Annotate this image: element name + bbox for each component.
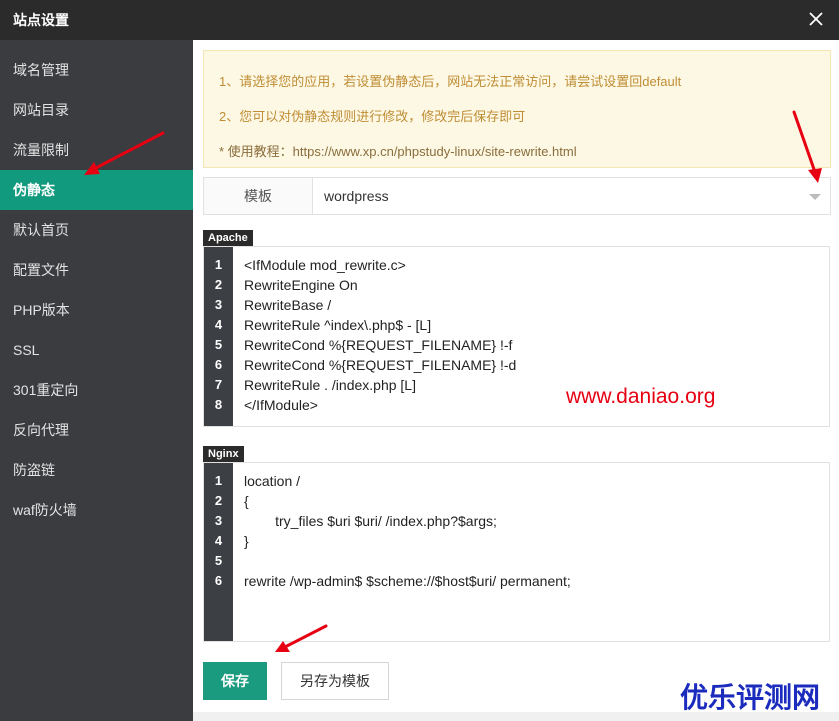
- code-line: location /: [244, 473, 301, 489]
- sidebar-item-label: SSL: [13, 342, 40, 358]
- line-number: 3: [214, 513, 223, 528]
- apache-tag: Apache: [203, 230, 253, 246]
- code-line: RewriteEngine On: [244, 277, 358, 293]
- sidebar-item-label: 防盗链: [13, 462, 55, 478]
- line-number: 4: [214, 533, 223, 548]
- sidebar-item-label: 域名管理: [13, 62, 69, 78]
- sidebar-item-label: 配置文件: [13, 262, 69, 278]
- sidebar-item-config-file[interactable]: 配置文件: [0, 250, 193, 290]
- sidebar-item-ssl[interactable]: SSL: [0, 330, 193, 370]
- sidebar-item-reverse-proxy[interactable]: 反向代理: [0, 410, 193, 450]
- sidebar-item-label: 网站目录: [13, 102, 69, 118]
- notice-box: 1、请选择您的应用，若设置伪静态后，网站无法正常访问，请尝试设置回default…: [203, 50, 831, 168]
- sidebar-item-traffic-limit[interactable]: 流量限制: [0, 130, 193, 170]
- sidebar-item-waf[interactable]: waf防火墙: [0, 490, 193, 530]
- line-number: 7: [214, 377, 223, 392]
- sidebar-item-label: PHP版本: [13, 302, 70, 318]
- line-number: 1: [214, 257, 223, 272]
- code-line: RewriteRule . /index.php [L]: [244, 377, 416, 393]
- code-line: {: [244, 493, 249, 509]
- sidebar-item-default-index[interactable]: 默认首页: [0, 210, 193, 250]
- sidebar-item-site-directory[interactable]: 网站目录: [0, 90, 193, 130]
- chevron-down-icon[interactable]: [809, 194, 821, 200]
- template-label: 模板: [204, 178, 313, 214]
- line-number: 2: [214, 493, 223, 508]
- line-number: 5: [214, 553, 223, 568]
- line-number: 6: [214, 573, 223, 588]
- main-panel: 1、请选择您的应用，若设置伪静态后，网站无法正常访问，请尝试设置回default…: [193, 40, 839, 721]
- line-number: 5: [214, 337, 223, 352]
- line-number: 4: [214, 317, 223, 332]
- code-line: try_files $uri $uri/ /index.php?$args;: [244, 513, 497, 529]
- line-number: 3: [214, 297, 223, 312]
- nginx-rules-editor[interactable]: 1 2 3 4 5 6 location / { try_files $uri …: [203, 462, 830, 642]
- sidebar-item-redirect-301[interactable]: 301重定向: [0, 370, 193, 410]
- notice-tutorial-link[interactable]: * 使用教程：https://www.xp.cn/phpstudy-linux/…: [219, 141, 577, 160]
- code-line: RewriteBase /: [244, 297, 332, 313]
- line-number: 1: [214, 473, 223, 488]
- line-number: 2: [214, 277, 223, 292]
- sidebar-item-hotlink-protection[interactable]: 防盗链: [0, 450, 193, 490]
- sidebar-item-php-version[interactable]: PHP版本: [0, 290, 193, 330]
- template-value: wordpress: [324, 188, 389, 204]
- brand-watermark: 优乐评测网: [680, 682, 821, 713]
- sidebar-item-label: waf防火墙: [13, 502, 77, 518]
- sidebar-item-label: 反向代理: [13, 422, 69, 438]
- sidebar: 域名管理 网站目录 流量限制 伪静态 默认首页 配置文件 PHP版本 SSL 3…: [0, 40, 193, 721]
- sidebar-item-label: 301重定向: [13, 382, 79, 398]
- code-line: <IfModule mod_rewrite.c>: [244, 257, 406, 273]
- code-line: RewriteCond %{REQUEST_FILENAME} !-d: [244, 357, 517, 373]
- notice-line-2: 2、您可以对伪静态规则进行修改，修改完后保存即可: [219, 109, 526, 124]
- sidebar-item-domain[interactable]: 域名管理: [0, 50, 193, 90]
- template-select[interactable]: 模板 wordpress: [203, 177, 831, 215]
- sidebar-item-rewrite[interactable]: 伪静态: [0, 170, 193, 210]
- apache-rules-editor[interactable]: 1 2 3 4 5 6 7 8 <IfModule mod_rewrite.c>…: [203, 246, 830, 427]
- nginx-tag: Nginx: [203, 446, 244, 462]
- code-line: RewriteCond %{REQUEST_FILENAME} !-f: [244, 337, 513, 353]
- sidebar-item-label: 伪静态: [13, 182, 55, 198]
- dialog-title: 站点设置: [13, 12, 69, 28]
- sidebar-item-label: 默认首页: [13, 222, 69, 238]
- code-line: RewriteRule ^index\.php$ - [L]: [244, 317, 432, 333]
- line-number: 8: [214, 397, 223, 412]
- site-watermark: www.daniao.org: [566, 385, 716, 408]
- save-button[interactable]: 保存: [203, 662, 267, 700]
- dialog-titlebar: 站点设置: [0, 0, 839, 40]
- sidebar-item-label: 流量限制: [13, 142, 69, 158]
- line-number: 6: [214, 357, 223, 372]
- code-line: }: [244, 533, 249, 549]
- save-as-template-button[interactable]: 另存为模板: [281, 662, 389, 700]
- code-line: </IfModule>: [244, 397, 318, 413]
- close-icon[interactable]: [803, 6, 829, 32]
- code-line: rewrite /wp-admin$ $scheme://$host$uri/ …: [244, 573, 571, 589]
- notice-line-1: 1、请选择您的应用，若设置伪静态后，网站无法正常访问，请尝试设置回default: [219, 74, 682, 89]
